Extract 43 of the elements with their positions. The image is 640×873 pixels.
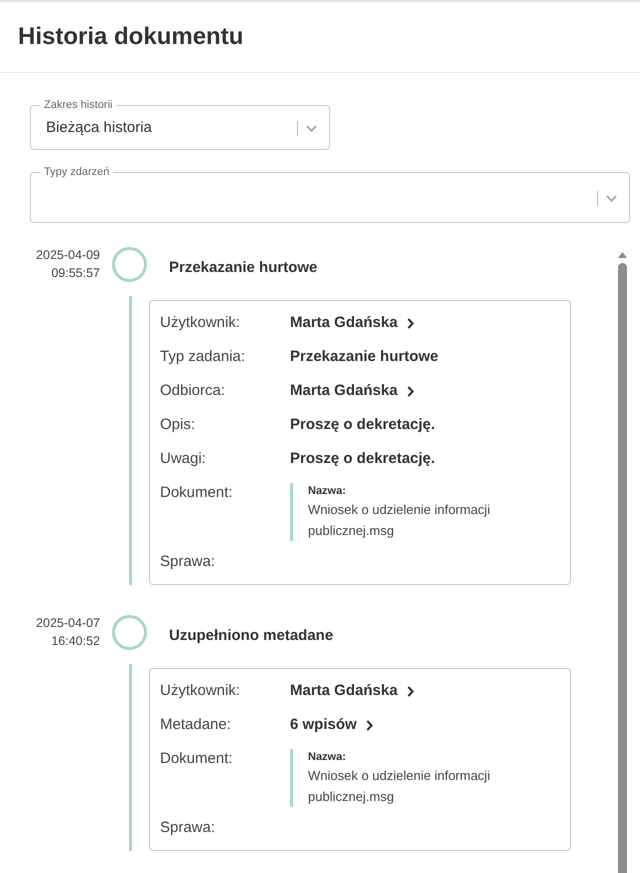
detail-value: Proszę o dekretację. (290, 449, 436, 469)
detail-value: Przekazanie hurtowe (290, 347, 438, 367)
detail-label: Dokument: (160, 749, 234, 769)
chevron-right-icon (406, 386, 414, 396)
event-title: Uzupełniono metadane (169, 626, 334, 646)
detail-label: Dokument: (160, 483, 234, 503)
detail-label: Odbiorca: (160, 381, 226, 401)
detail-label: Sprawa: (160, 552, 216, 572)
detail-label: Uwagi: (160, 449, 207, 469)
chevron-down-icon[interactable] (306, 124, 317, 132)
document-name: Wniosek o udzielenie informacji publicznej.msg (308, 501, 492, 540)
event-time: 16:40:52 (50, 633, 100, 650)
dropdown-field[interactable]: Typy zdarzeń (30, 166, 630, 223)
timeline-ring-icon (112, 246, 147, 282)
document-name-label: Nazwa: (308, 484, 347, 499)
event-date: 2025-04-07 (35, 615, 100, 632)
chevron-right-icon (366, 720, 373, 730)
scroll-up-arrow-icon[interactable] (618, 252, 627, 258)
detail-label: Sprawa: (160, 818, 216, 838)
detail-label: Użytkownik: (160, 681, 242, 701)
field-label: Zakres historii (43, 99, 114, 111)
document-name-label: Nazwa: (308, 750, 347, 765)
event-time: 09:55:57 (50, 265, 100, 282)
page-title: Historia dokumentu (18, 22, 244, 52)
field-label: Typy zdarzeń (43, 166, 110, 178)
detail-link[interactable]: Marta Gdańska (290, 674, 414, 708)
document-name: Wniosek o udzielenie informacji publicznej.msg (308, 767, 492, 806)
detail-label: Metadane: (160, 715, 232, 735)
detail-label: Opis: (160, 415, 196, 435)
scrollbar-thumb[interactable] (618, 263, 627, 873)
timeline-ring-icon (112, 614, 147, 650)
detail-label: Typ zadania: (160, 347, 246, 367)
detail-link[interactable]: Marta Gdańska (290, 306, 414, 340)
dropdown-field[interactable]: Zakres historii Bieżąca historia (30, 99, 330, 150)
chevron-right-icon (406, 686, 414, 696)
detail-value: Proszę o dekretację. (290, 415, 436, 435)
detail-label: Użytkownik: (160, 313, 242, 333)
chevron-right-icon (406, 318, 414, 328)
chevron-down-icon[interactable] (606, 194, 617, 202)
event-title: Przekazanie hurtowe (169, 258, 318, 278)
detail-link[interactable]: 6 wpisów (290, 708, 373, 742)
event-date: 2025-04-09 (35, 247, 100, 264)
detail-link[interactable]: Marta Gdańska (290, 374, 414, 408)
